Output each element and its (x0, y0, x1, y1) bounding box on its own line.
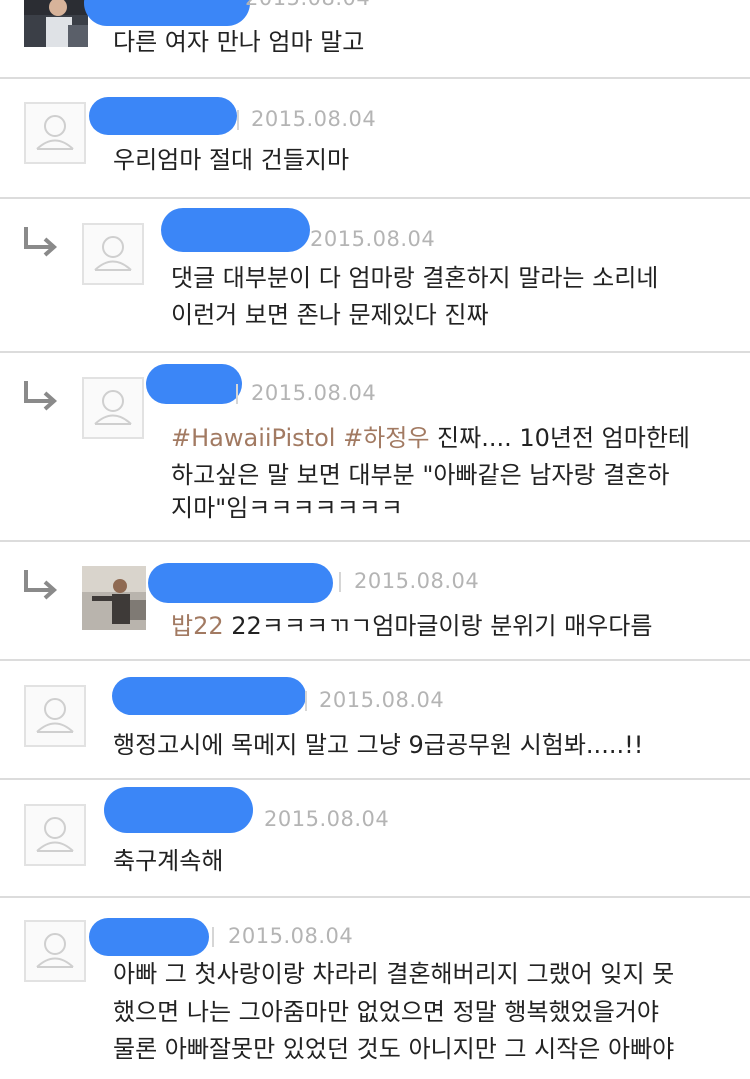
comment-item: 2015.08.04 #HawaiiPistol #하정우 진짜.... 10년… (0, 353, 750, 542)
comment-date: 2015.08.04 (354, 569, 480, 593)
default-avatar-icon[interactable] (82, 223, 144, 285)
default-avatar-icon[interactable] (24, 685, 86, 747)
hashtag-mention[interactable]: #하정우 (343, 424, 429, 452)
user-mention[interactable]: 밥22 (171, 612, 224, 640)
comment-text-line-3: 지마"임ㅋㅋㅋㅋㅋㅋㅋ (171, 494, 403, 522)
meta-separator (305, 691, 307, 711)
comment-text-line-2: 하고싶은 말 보면 대부분 "아빠같은 남자랑 결혼하 (171, 461, 670, 489)
comment-text-line-2: 했으면 나는 그아줌마만 없었으면 정말 행복했었을거야 (113, 998, 659, 1026)
comment-date: 2015.08.04 (319, 688, 445, 712)
redacted-author-name (146, 364, 242, 404)
comment-text-line-1: 댓글 대부분이 다 엄마랑 결혼하지 말라는 소리네 (171, 264, 659, 292)
comment-item: 2015.08.04 행정고시에 목메지 말고 그냥 9급공무원 시험봐....… (0, 661, 750, 780)
comment-item: 2015.08.04 아빠 그 첫사랑이랑 차라리 결혼해버리지 그랬어 잊지 … (0, 898, 750, 1079)
comment-text-line-1: 아빠 그 첫사랑이랑 차라리 결혼해버리지 그랬어 잊지 못 (113, 960, 675, 988)
comment-date: 2015.08.04 (251, 381, 377, 405)
redacted-author-name (89, 97, 237, 135)
comment-date: 2015.08.04 (228, 924, 354, 948)
redacted-author-name (148, 563, 333, 603)
comment-item: 2015.08.04 댓글 대부분이 다 엄마랑 결혼하지 말라는 소리네 이런… (0, 199, 750, 353)
default-avatar-icon[interactable] (24, 920, 86, 982)
comment-text-line-1: #HawaiiPistol #하정우 진짜.... 10년전 엄마한테 (171, 420, 690, 457)
comment-text-line-2: 이런거 보면 존나 문제있다 진짜 (171, 301, 489, 329)
comment-text: 우리엄마 절대 건들지마 (113, 146, 350, 174)
redacted-author-name (112, 677, 306, 715)
user-photo-avatar[interactable] (82, 566, 146, 630)
comment-text: 행정고시에 목메지 말고 그냥 9급공무원 시험봐.....!! (113, 731, 644, 759)
redacted-author-name (89, 918, 209, 956)
comment-item: 2015.08.04 축구계속해 (0, 780, 750, 898)
hashtag-mention[interactable]: #HawaiiPistol (171, 424, 335, 452)
meta-separator (236, 384, 238, 404)
comment-text: 다른 여자 만나 엄마 말고 (113, 28, 365, 56)
meta-separator (212, 927, 214, 947)
comment-item: 2015.08.04 밥22 22ㅋㅋㅋㄲㄱ엄마글이랑 분위기 매우다름 (0, 542, 750, 661)
comment-text-line-3: 물론 아빠잘못만 있었던 것도 아니지만 그 시작은 아빠야 (113, 1035, 675, 1063)
user-photo-avatar[interactable] (24, 0, 88, 47)
reply-arrow-icon (20, 564, 60, 604)
comment-text-rest: 22ㅋㅋㅋㄲㄱ엄마글이랑 분위기 매우다름 (223, 612, 653, 640)
reply-arrow-icon (20, 375, 60, 415)
comment-item: 2015.08.04 다른 여자 만나 엄마 말고 (0, 0, 750, 79)
comment-text: 축구계속해 (113, 847, 224, 875)
comment-text: 밥22 22ㅋㅋㅋㄲㄱ엄마글이랑 분위기 매우다름 (171, 608, 652, 645)
reply-arrow-icon (20, 221, 60, 261)
redacted-author-name (161, 208, 310, 252)
comment-date: 2015.08.04 (264, 807, 390, 831)
comment-date: 2015.08.04 (251, 107, 377, 131)
default-avatar-icon[interactable] (24, 804, 86, 866)
default-avatar-icon[interactable] (24, 102, 86, 164)
redacted-author-name (104, 787, 253, 833)
meta-separator (237, 110, 239, 130)
comment-item: 2015.08.04 우리엄마 절대 건들지마 (0, 79, 750, 199)
redacted-author-name (84, 0, 250, 26)
default-avatar-icon[interactable] (82, 377, 144, 439)
comment-text: 진짜.... 10년전 엄마한테 (429, 424, 691, 452)
comment-date: 2015.08.04 (245, 0, 370, 10)
comment-date: 2015.08.04 (310, 227, 436, 251)
meta-separator (339, 572, 341, 592)
